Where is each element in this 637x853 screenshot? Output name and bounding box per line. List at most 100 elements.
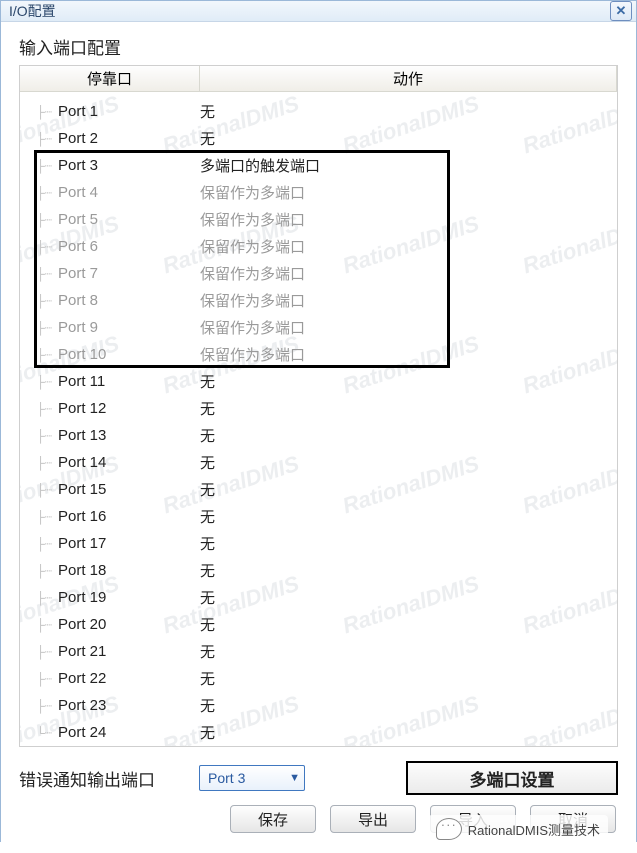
action-cell: 无 <box>200 506 617 527</box>
table-row[interactable]: ├┈Port 19无 <box>20 584 617 611</box>
cancel-button[interactable]: 取消 <box>530 805 616 833</box>
tree-connector-icon: ├┈ <box>20 368 56 395</box>
action-cell: 无 <box>200 533 617 554</box>
table-row[interactable]: └┈Port 24无 <box>20 719 617 746</box>
tree-connector-icon: ├┈ <box>20 638 56 665</box>
tree-connector-icon: ├┈ <box>20 125 56 152</box>
table-row[interactable]: ├┈Port 11无 <box>20 368 617 395</box>
action-cell: 无 <box>200 128 617 149</box>
close-button[interactable]: ✕ <box>610 1 632 21</box>
header-port[interactable]: 停靠口 <box>20 66 200 91</box>
table-row[interactable]: ├┈Port 9保留作为多端口 <box>20 314 617 341</box>
port-cell: Port 24 <box>56 724 200 741</box>
table-row[interactable]: ├┈Port 1无 <box>20 98 617 125</box>
tree-connector-icon: ├┈ <box>20 233 56 260</box>
action-cell: 多端口的触发端口 <box>200 155 617 176</box>
port-cell: Port 5 <box>56 211 200 228</box>
tree-connector-icon: ├┈ <box>20 179 56 206</box>
table-row[interactable]: ├┈Port 3多端口的触发端口 <box>20 152 617 179</box>
action-cell: 无 <box>200 587 617 608</box>
port-cell: Port 19 <box>56 589 200 606</box>
port-cell: Port 4 <box>56 184 200 201</box>
table-row[interactable]: ├┈Port 17无 <box>20 530 617 557</box>
action-cell: 无 <box>200 452 617 473</box>
tree-connector-icon: ├┈ <box>20 557 56 584</box>
tree-connector-icon: ├┈ <box>20 206 56 233</box>
table-row[interactable]: ├┈Port 5保留作为多端口 <box>20 206 617 233</box>
action-cell: 保留作为多端口 <box>200 236 617 257</box>
port-cell: Port 10 <box>56 346 200 363</box>
export-button[interactable]: 导出 <box>330 805 416 833</box>
table-row[interactable]: ├┈Port 12无 <box>20 395 617 422</box>
action-cell: 无 <box>200 668 617 689</box>
table-row[interactable]: ├┈Port 15无 <box>20 476 617 503</box>
table-row[interactable]: ├┈Port 10保留作为多端口 <box>20 341 617 368</box>
close-icon: ✕ <box>616 3 627 19</box>
port-cell: Port 7 <box>56 265 200 282</box>
action-cell: 保留作为多端口 <box>200 317 617 338</box>
table-row[interactable]: ├┈Port 14无 <box>20 449 617 476</box>
tree-connector-icon: ├┈ <box>20 665 56 692</box>
port-cell: Port 3 <box>56 157 200 174</box>
multiport-settings-button[interactable]: 多端口设置 <box>406 761 618 795</box>
table-row[interactable]: ├┈Port 8保留作为多端口 <box>20 287 617 314</box>
table-row[interactable]: ├┈Port 4保留作为多端口 <box>20 179 617 206</box>
table-row[interactable]: ├┈Port 22无 <box>20 665 617 692</box>
table-header: 停靠口 动作 <box>20 66 617 92</box>
io-config-window: I/O配置 ✕ 输入端口配置 停靠口 动作 RationalDMISRation… <box>0 0 637 842</box>
action-cell: 无 <box>200 641 617 662</box>
action-cell: 保留作为多端口 <box>200 182 617 203</box>
table-row[interactable]: ├┈Port 21无 <box>20 638 617 665</box>
header-action[interactable]: 动作 <box>200 66 617 91</box>
table-row[interactable]: ├┈Port 23无 <box>20 692 617 719</box>
tree-connector-icon: ├┈ <box>20 152 56 179</box>
action-cell: 无 <box>200 479 617 500</box>
tree-connector-icon: ├┈ <box>20 314 56 341</box>
port-cell: Port 2 <box>56 130 200 147</box>
port-cell: Port 9 <box>56 319 200 336</box>
footer-row-2: 保存 导出 导入 取消 <box>19 799 618 839</box>
import-button[interactable]: 导入 <box>430 805 516 833</box>
tree-connector-icon: ├┈ <box>20 503 56 530</box>
port-cell: Port 22 <box>56 670 200 687</box>
tree-connector-icon: ├┈ <box>20 692 56 719</box>
table-row[interactable]: ├┈Port 6保留作为多端口 <box>20 233 617 260</box>
table-row[interactable]: ├┈Port 18无 <box>20 557 617 584</box>
action-cell: 无 <box>200 101 617 122</box>
table-row[interactable]: ├┈Port 13无 <box>20 422 617 449</box>
tree-connector-icon: ├┈ <box>20 476 56 503</box>
footer-row-1: 错误通知输出端口 Port 3 ▼ 多端口设置 <box>19 757 618 799</box>
action-cell: 保留作为多端口 <box>200 290 617 311</box>
port-cell: Port 13 <box>56 427 200 444</box>
port-cell: Port 21 <box>56 643 200 660</box>
table-row[interactable]: ├┈Port 16无 <box>20 503 617 530</box>
save-button[interactable]: 保存 <box>230 805 316 833</box>
port-cell: Port 14 <box>56 454 200 471</box>
port-cell: Port 15 <box>56 481 200 498</box>
tree-connector-icon: ├┈ <box>20 449 56 476</box>
action-cell: 无 <box>200 425 617 446</box>
action-cell: 无 <box>200 398 617 419</box>
action-cell: 无 <box>200 695 617 716</box>
tree-connector-icon: ├┈ <box>20 395 56 422</box>
tree-connector-icon: ├┈ <box>20 611 56 638</box>
window-body: 输入端口配置 停靠口 动作 RationalDMISRationalDMISRa… <box>1 22 636 853</box>
action-cell: 保留作为多端口 <box>200 263 617 284</box>
tree-connector-icon: ├┈ <box>20 530 56 557</box>
tree-connector-icon: ├┈ <box>20 341 56 368</box>
port-cell: Port 1 <box>56 103 200 120</box>
action-cell: 保留作为多端口 <box>200 209 617 230</box>
action-cell: 无 <box>200 722 617 743</box>
tree-connector-icon: ├┈ <box>20 287 56 314</box>
table-row[interactable]: ├┈Port 7保留作为多端口 <box>20 260 617 287</box>
table-row[interactable]: ├┈Port 2无 <box>20 125 617 152</box>
error-port-combo[interactable]: Port 3 ▼ <box>199 765 305 791</box>
titlebar: I/O配置 ✕ <box>1 1 636 22</box>
section-label: 输入端口配置 <box>19 34 618 59</box>
table-row[interactable]: ├┈Port 20无 <box>20 611 617 638</box>
error-port-value: Port 3 <box>208 770 289 786</box>
tree-connector-icon: ├┈ <box>20 422 56 449</box>
port-cell: Port 20 <box>56 616 200 633</box>
port-cell: Port 8 <box>56 292 200 309</box>
port-cell: Port 17 <box>56 535 200 552</box>
